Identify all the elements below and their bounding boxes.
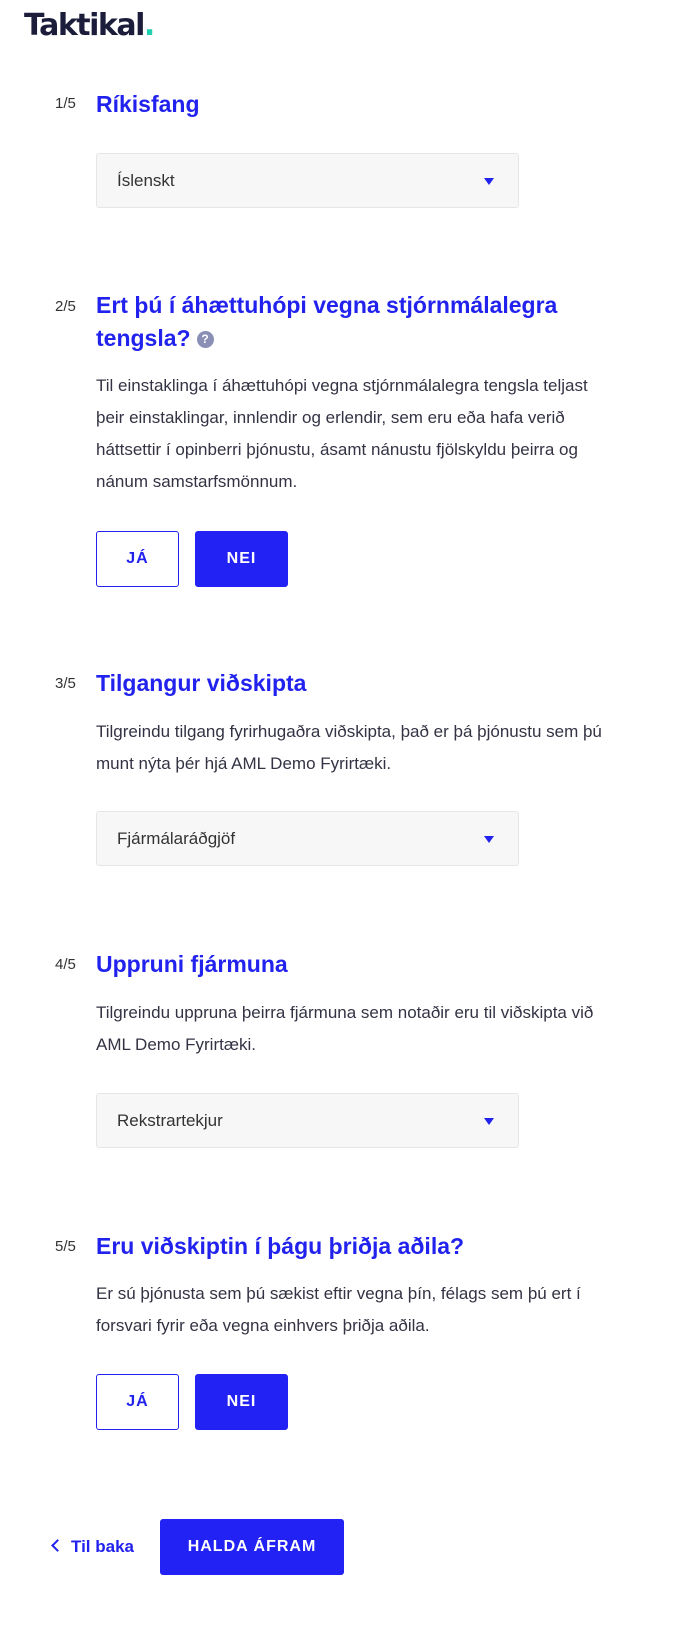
no-button[interactable]: NEI [195,1374,288,1430]
caret-down-icon [484,178,494,185]
question-title: Ríkisfang [96,91,200,117]
question-description: Tilgreindu tilgang fyrirhugaðra viðskipt… [96,722,602,773]
question-number: 3/5 [55,675,76,692]
nationality-select[interactable]: Íslenskt [96,153,519,208]
select-value: Fjármálaráðgjöf [117,829,236,848]
question-description: Til einstaklinga í áhættuhópi vegna stjó… [96,376,588,491]
question-description: Tilgreindu uppruna þeirra fjármuna sem n… [96,1003,594,1054]
question-number: 2/5 [55,298,76,315]
yes-button[interactable]: JÁ [96,1374,179,1430]
question-description: Er sú þjónusta sem þú sækist eftir vegna… [96,1284,581,1335]
back-link[interactable]: Til baka [51,1535,134,1559]
yes-button[interactable]: JÁ [96,531,179,587]
purpose-select[interactable]: Fjármálaráðgjöf [96,811,519,866]
question-number: 4/5 [55,956,76,973]
question-title: Eru viðskiptin í þágu þriðja aðila? [96,1233,465,1259]
logo-dot: . [143,8,155,43]
question-title: Ert þú í áhættuhópi vegna stjórnmálalegr… [96,289,636,355]
select-value: Rekstrartekjur [117,1111,223,1130]
caret-down-icon [484,1118,494,1125]
question-title-text: Ert þú í áhættuhópi vegna stjórnmálalegr… [96,292,558,351]
continue-button[interactable]: HALDA ÁFRAM [160,1519,344,1575]
logo-text: Taktikal [24,8,145,43]
question-number: 1/5 [55,95,76,112]
back-label: Til baka [71,1537,134,1556]
question-mark-icon[interactable]: ? [196,331,214,348]
question-title: Tilgangur viðskipta [96,670,307,696]
question-title: Uppruni fjármuna [96,951,288,977]
question-number: 5/5 [55,1238,76,1255]
chevron-left-icon [51,1539,64,1552]
no-button[interactable]: NEI [195,531,288,587]
select-value: Íslenskt [117,171,175,190]
caret-down-icon [484,836,494,843]
funds-origin-select[interactable]: Rekstrartekjur [96,1093,519,1148]
taktikal-logo: Taktikal. [24,8,155,43]
